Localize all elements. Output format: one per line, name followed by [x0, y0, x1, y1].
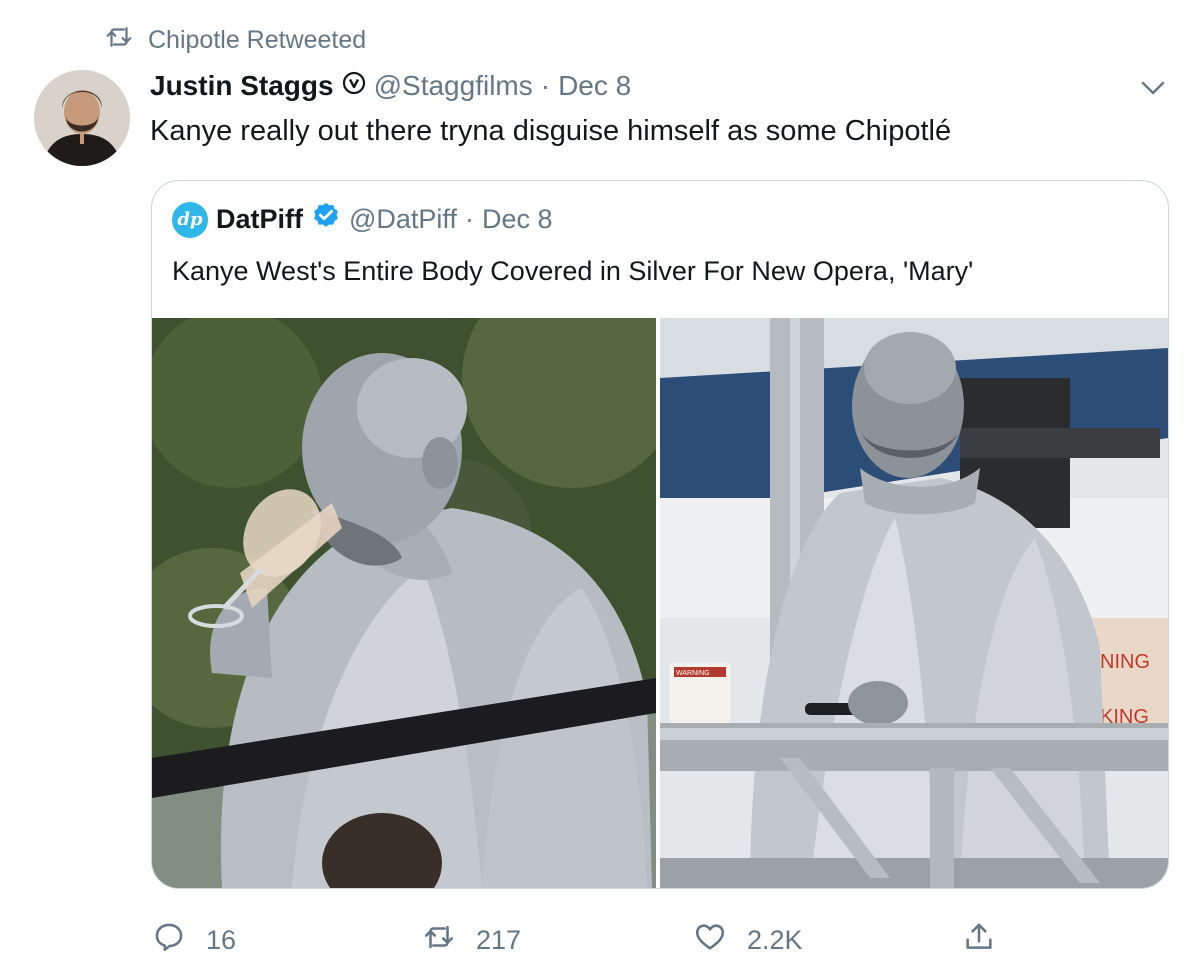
author-handle[interactable]: @Staggfilms [374, 70, 533, 102]
author-name[interactable]: Justin Staggs [150, 70, 334, 102]
avatar[interactable] [34, 70, 130, 166]
quoted-tweet-header: dp DatPiff @DatPiff · Dec 8 [172, 201, 553, 238]
verified-circle-icon [342, 70, 366, 102]
warning-sign-text: WARNING [676, 670, 710, 677]
quoted-author-handle[interactable]: @DatPiff [349, 204, 457, 235]
like-count: 2.2K [747, 925, 803, 955]
retweet-icon [422, 920, 456, 961]
chevron-down-icon[interactable] [1138, 76, 1168, 100]
tweet-date[interactable]: Dec 8 [558, 70, 631, 102]
share-button[interactable] [962, 920, 996, 961]
heart-icon [693, 920, 727, 961]
retweet-button[interactable]: 217 [422, 920, 521, 961]
tweet-text: Kanye really out there tryna disguise hi… [150, 115, 952, 147]
reply-count: 16 [206, 925, 237, 955]
quoted-tweet-date[interactable]: Dec 8 [482, 204, 553, 235]
photo-left[interactable] [152, 318, 656, 888]
tweet-actions: 16 217 2.2K [0, 910, 1204, 970]
datpiff-logo[interactable]: dp [172, 201, 208, 238]
like-button[interactable]: 2.2K [693, 920, 803, 961]
quoted-separator-dot: · [464, 204, 474, 234]
tweet-header: Justin Staggs @Staggfilms · Dec 8 [150, 70, 631, 102]
verified-badge-icon [311, 201, 341, 238]
photo-right[interactable]: NING KING WARNING [660, 318, 1168, 888]
reply-button[interactable]: 16 [152, 920, 236, 961]
svg-text:NING: NING [1100, 651, 1150, 673]
share-icon [962, 920, 996, 961]
retweet-count: 217 [476, 925, 522, 955]
quoted-author-name[interactable]: DatPiff [216, 204, 303, 235]
quoted-tweet-text: Kanye West's Entire Body Covered in Silv… [172, 256, 974, 286]
media-grid: NING KING WARNING [152, 318, 1168, 888]
separator-dot: · [540, 70, 551, 101]
retweeted-by-label: Chipotle Retweeted [148, 25, 367, 54]
retweeted-by[interactable]: Chipotle Retweeted [104, 24, 366, 56]
quoted-tweet[interactable]: dp DatPiff @DatPiff · Dec 8 Kanye West's… [151, 180, 1169, 889]
reply-icon [152, 920, 186, 961]
retweet-icon [104, 22, 134, 59]
